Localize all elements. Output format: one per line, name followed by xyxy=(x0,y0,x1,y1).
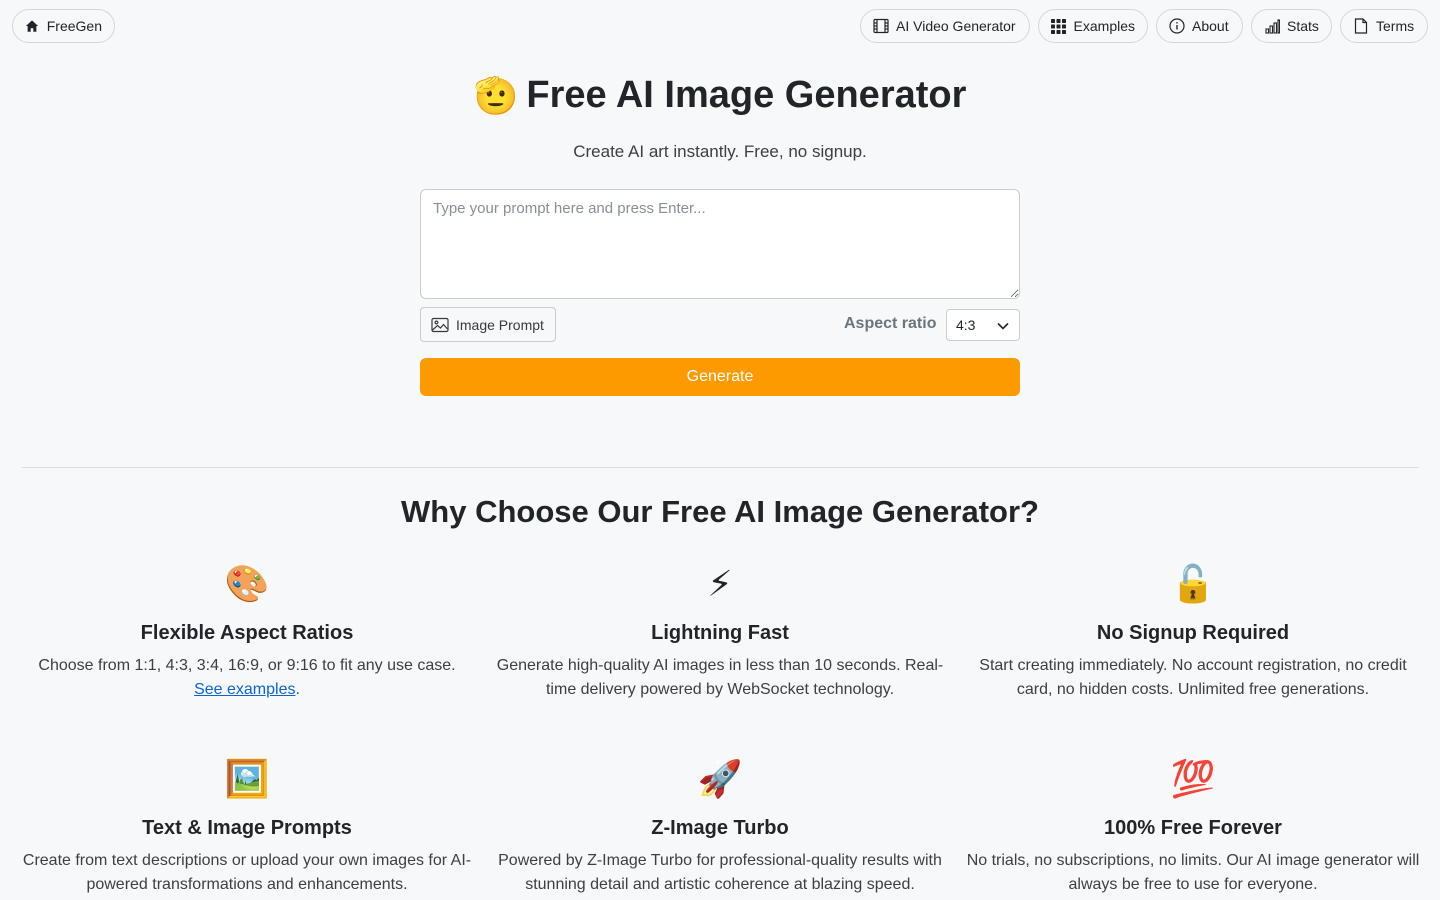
link-period: . xyxy=(295,681,300,698)
feature-card: ⚡ Lightning Fast Generate high-quality A… xyxy=(490,562,950,702)
info-icon xyxy=(1169,18,1185,34)
page-title: 🫡 Free AI Image Generator xyxy=(0,74,1440,117)
why-section-title: Why Choose Our Free AI Image Generator? xyxy=(401,494,1039,529)
feature-description: Start creating immediately. No account r… xyxy=(979,657,1407,698)
saluting-face-icon: 🫡 xyxy=(473,74,519,116)
nav-terms-label: Terms xyxy=(1376,18,1415,34)
image-prompt-button[interactable]: Image Prompt xyxy=(420,307,556,342)
page-title-text: Free AI Image Generator xyxy=(526,74,967,116)
nav-about-label: About xyxy=(1192,18,1229,34)
document-icon xyxy=(1353,18,1369,34)
aspect-ratio-select[interactable]: 4:3 xyxy=(946,309,1020,341)
nav-terms[interactable]: Terms xyxy=(1340,9,1428,43)
aspect-ratio-label: Aspect ratio xyxy=(844,315,937,332)
feature-description: No trials, no subscriptions, no limits. … xyxy=(966,852,1420,893)
home-link[interactable]: FreeGen xyxy=(12,9,115,43)
feature-title: 100% Free Forever xyxy=(1104,817,1282,839)
nav-ai-video-generator[interactable]: AI Video Generator xyxy=(860,9,1030,43)
feature-title: Text & Image Prompts xyxy=(142,817,352,839)
see-examples-link[interactable]: See examples xyxy=(194,681,295,698)
unlocked-icon: 🔓 xyxy=(1170,563,1216,604)
section-divider xyxy=(22,467,1419,468)
prompt-input[interactable] xyxy=(420,189,1020,299)
hundred-points-icon: 💯 xyxy=(1170,758,1216,799)
rocket-icon: 🚀 xyxy=(697,758,743,799)
nav-stats[interactable]: Stats xyxy=(1251,9,1332,43)
nav-about[interactable]: About xyxy=(1156,9,1243,43)
nav-ai-video-generator-label: AI Video Generator xyxy=(896,18,1016,34)
grid-icon xyxy=(1051,18,1067,34)
feature-description: Generate high-quality AI images in less … xyxy=(496,657,944,698)
home-icon xyxy=(25,18,40,34)
nav-examples[interactable]: Examples xyxy=(1038,9,1148,43)
bar-chart-icon xyxy=(1264,18,1280,34)
feature-card: 🎨 Flexible Aspect Ratios Choose from 1:1… xyxy=(17,562,477,702)
lightning-icon: ⚡ xyxy=(707,563,733,604)
feature-card: 🔓 No Signup Required Start creating imme… xyxy=(963,562,1423,702)
chevron-down-icon xyxy=(997,317,1009,333)
palette-icon: 🎨 xyxy=(224,563,270,604)
film-icon xyxy=(873,18,889,34)
page-subtitle: Create AI art instantly. Free, no signup… xyxy=(573,142,867,161)
feature-title: Lightning Fast xyxy=(651,622,789,644)
feature-card: 💯 100% Free Forever No trials, no subscr… xyxy=(963,757,1423,897)
home-link-label: FreeGen xyxy=(46,18,102,34)
image-icon xyxy=(431,317,449,333)
feature-title: Z-Image Turbo xyxy=(651,817,789,839)
nav-examples-label: Examples xyxy=(1073,18,1135,34)
feature-title: No Signup Required xyxy=(1096,622,1290,644)
generate-button[interactable]: Generate xyxy=(420,358,1020,396)
nav-stats-label: Stats xyxy=(1287,18,1319,34)
feature-description-text: Choose from 1:1, 4:3, 3:4, 16:9, or 9:16… xyxy=(38,657,456,674)
feature-description: Choose from 1:1, 4:3, 3:4, 16:9, or 9:16… xyxy=(17,654,477,702)
aspect-ratio-value: 4:3 xyxy=(956,317,976,333)
feature-card: 🚀 Z-Image Turbo Powered by Z-Image Turbo… xyxy=(490,757,950,897)
feature-description: Create from text descriptions or upload … xyxy=(22,852,472,893)
framed-picture-icon: 🖼️ xyxy=(224,758,270,799)
feature-card: 🖼️ Text & Image Prompts Create from text… xyxy=(17,757,477,897)
image-prompt-label: Image Prompt xyxy=(456,316,544,333)
feature-description: Powered by Z-Image Turbo for professiona… xyxy=(498,852,942,893)
feature-title: Flexible Aspect Ratios xyxy=(140,622,354,644)
